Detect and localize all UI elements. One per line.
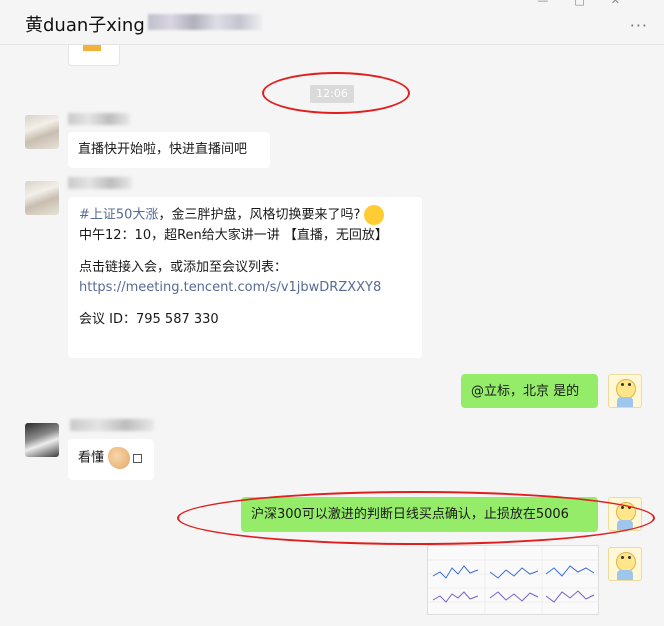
chat-header: 黄duan子xing —□✕ ··· <box>0 0 664 45</box>
message-text: 直播快开始啦，快进直播间吧 <box>78 142 248 157</box>
clapping-hands-icon <box>108 447 131 469</box>
hashtag-link[interactable]: #上证50大涨 <box>79 208 158 223</box>
avatar-self[interactable] <box>608 374 642 408</box>
message-text: 会议 ID：795 587 330 <box>79 311 219 327</box>
chat-title: 黄duan子xing <box>25 15 145 36</box>
message-list[interactable]: 12:06 直播快开始啦，快进直播间吧 #上证50大涨，金三胖护盘，风格切换要来… <box>0 45 664 626</box>
more-icon[interactable]: ··· <box>630 16 648 35</box>
minimize-icon[interactable]: — <box>537 0 574 7</box>
message-text: ，金三胖护盘，风格切换要来了吗? <box>158 207 361 223</box>
message-text: @立标，北京 是的 <box>471 384 580 399</box>
avatar[interactable] <box>25 181 59 215</box>
message-text: 看懂 <box>78 450 105 466</box>
message-bubble-self[interactable]: @立标，北京 是的 <box>461 374 598 408</box>
maximize-icon[interactable]: □ <box>574 0 610 7</box>
sender-name-redacted <box>68 177 132 189</box>
avatar[interactable] <box>25 423 59 457</box>
message-text: 中午12：10，超Ren给大家讲一讲 【直播，无回放】 <box>79 227 388 243</box>
avatar-self[interactable] <box>608 547 642 581</box>
sender-name-redacted <box>70 419 154 431</box>
chat-title-redacted <box>148 14 262 30</box>
avatar-self[interactable] <box>608 497 642 531</box>
message-bubble[interactable]: 看懂 <box>68 439 154 480</box>
thinking-emoji-icon <box>364 205 385 225</box>
previous-image-message[interactable] <box>68 45 120 66</box>
chart-thumbnail-graphic <box>428 546 598 614</box>
avatar[interactable] <box>25 115 59 149</box>
message-bubble-self[interactable]: 沪深300可以激进的判断日线买点确认，止损放在5006 <box>241 497 598 532</box>
message-text: 沪深300可以激进的判断日线买点确认，止损放在5006 <box>251 507 569 522</box>
message-text: 点击链接入会，或添加至会议列表： <box>79 259 288 275</box>
timestamp: 12:06 <box>310 85 354 103</box>
unknown-glyph-icon <box>133 453 143 463</box>
window-controls: —□✕ <box>537 0 646 7</box>
sender-name-redacted <box>68 113 130 125</box>
message-bubble[interactable]: 直播快开始啦，快进直播间吧 <box>68 132 270 168</box>
message-bubble[interactable]: #上证50大涨，金三胖护盘，风格切换要来了吗? 中午12：10，超Ren给大家讲… <box>68 197 422 358</box>
meeting-link[interactable]: https://meeting.tencent.com/s/v1jbwDRZXX… <box>79 278 411 298</box>
chart-image-message[interactable] <box>427 545 599 615</box>
close-icon[interactable]: ✕ <box>611 0 646 7</box>
